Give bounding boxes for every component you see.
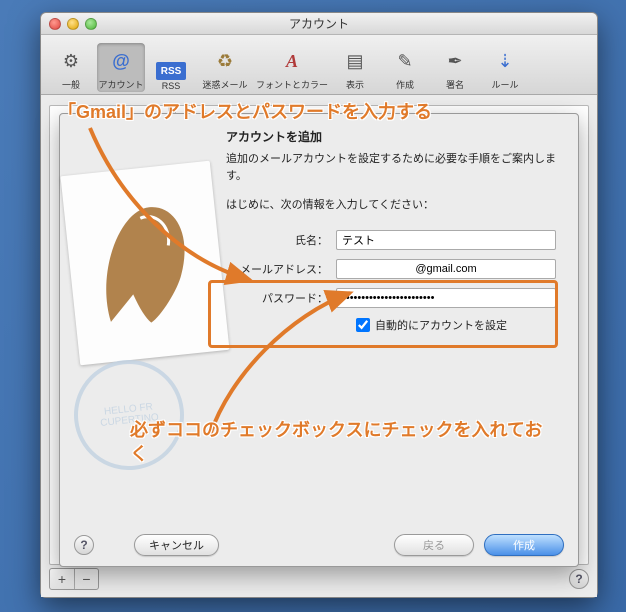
name-row: 氏名： bbox=[226, 230, 562, 250]
remove-account-button[interactable]: − bbox=[74, 569, 98, 589]
password-label: パスワード： bbox=[226, 290, 336, 306]
help-button[interactable]: ? bbox=[569, 569, 589, 589]
at-icon: @ bbox=[105, 45, 137, 77]
toolbar-composing[interactable]: ✎ 作成 bbox=[381, 43, 429, 92]
rss-icon: RSS bbox=[156, 62, 186, 80]
window-title: アカウント bbox=[289, 17, 349, 31]
toolbar-label: ルール bbox=[491, 78, 518, 91]
auto-setup-label: 自動的にアカウントを設定 bbox=[375, 317, 507, 333]
toolbar-fonts[interactable]: A フォントとカラー bbox=[255, 43, 329, 92]
toolbar-viewing[interactable]: ▤ 表示 bbox=[331, 43, 379, 92]
toolbar-label: フォントとカラー bbox=[256, 78, 328, 91]
email-row: メールアドレス： bbox=[226, 259, 562, 279]
email-label: メールアドレス： bbox=[226, 261, 336, 277]
toolbar-rss[interactable]: RSS RSS bbox=[147, 60, 195, 92]
minimize-window-button[interactable] bbox=[67, 18, 79, 30]
toolbar-label: アカウント bbox=[98, 78, 143, 91]
auto-setup-row: 自動的にアカウントを設定 bbox=[356, 317, 562, 333]
recycle-icon: ♻ bbox=[209, 45, 241, 77]
toolbar-signatures[interactable]: ✒ 署名 bbox=[431, 43, 479, 92]
toolbar-accounts[interactable]: @ アカウント bbox=[97, 43, 145, 92]
add-account-sheet: HELLO FRCUPERTINO アカウントを追加 追加のメールアカウントを設… bbox=[59, 113, 579, 567]
content-area: + − ? HELLO FRCUPERTINO アカウントを追加 追加のメールア… bbox=[41, 97, 597, 597]
cancel-button[interactable]: キャンセル bbox=[134, 534, 219, 556]
stamp-graphic bbox=[60, 161, 229, 366]
titlebar: アカウント bbox=[41, 13, 597, 35]
close-window-button[interactable] bbox=[49, 18, 61, 30]
toolbar-junk[interactable]: ♻ 迷惑メール bbox=[197, 43, 253, 92]
toolbar-label: 一般 bbox=[62, 78, 80, 91]
window-controls bbox=[49, 18, 97, 30]
toolbar-label: RSS bbox=[162, 81, 181, 91]
compose-icon: ✎ bbox=[389, 45, 421, 77]
add-account-button[interactable]: + bbox=[50, 569, 74, 589]
toolbar-rules[interactable]: ⇣ ルール bbox=[481, 43, 529, 92]
auto-setup-checkbox[interactable] bbox=[356, 318, 370, 332]
zoom-window-button[interactable] bbox=[85, 18, 97, 30]
sheet-buttons: ? キャンセル 戻る 作成 bbox=[60, 534, 578, 556]
rules-icon: ⇣ bbox=[489, 45, 521, 77]
password-input[interactable] bbox=[336, 288, 556, 308]
toolbar: ⚙ 一般 @ アカウント RSS RSS ♻ 迷惑メール A フォントとカラー … bbox=[41, 35, 597, 95]
bottom-bar: + − ? bbox=[49, 567, 589, 591]
name-input[interactable] bbox=[336, 230, 556, 250]
signature-icon: ✒ bbox=[439, 45, 471, 77]
view-icon: ▤ bbox=[339, 45, 371, 77]
password-row: パスワード： bbox=[226, 288, 562, 308]
back-button[interactable]: 戻る bbox=[394, 534, 474, 556]
name-label: 氏名： bbox=[226, 232, 336, 248]
create-button[interactable]: 作成 bbox=[484, 534, 564, 556]
toolbar-label: 作成 bbox=[396, 78, 414, 91]
font-icon: A bbox=[276, 45, 308, 77]
toolbar-general[interactable]: ⚙ 一般 bbox=[47, 43, 95, 92]
toolbar-label: 迷惑メール bbox=[202, 78, 247, 91]
gear-icon: ⚙ bbox=[55, 45, 87, 77]
postmark-graphic: HELLO FRCUPERTINO bbox=[69, 355, 190, 476]
email-input[interactable] bbox=[336, 259, 556, 279]
sheet-help-button[interactable]: ? bbox=[74, 535, 94, 555]
add-remove-segment: + − bbox=[49, 568, 99, 590]
toolbar-label: 署名 bbox=[446, 78, 464, 91]
sheet-title: アカウントを追加 bbox=[76, 128, 562, 145]
toolbar-label: 表示 bbox=[346, 78, 364, 91]
preferences-window: アカウント ⚙ 一般 @ アカウント RSS RSS ♻ 迷惑メール A フォン… bbox=[40, 12, 598, 598]
